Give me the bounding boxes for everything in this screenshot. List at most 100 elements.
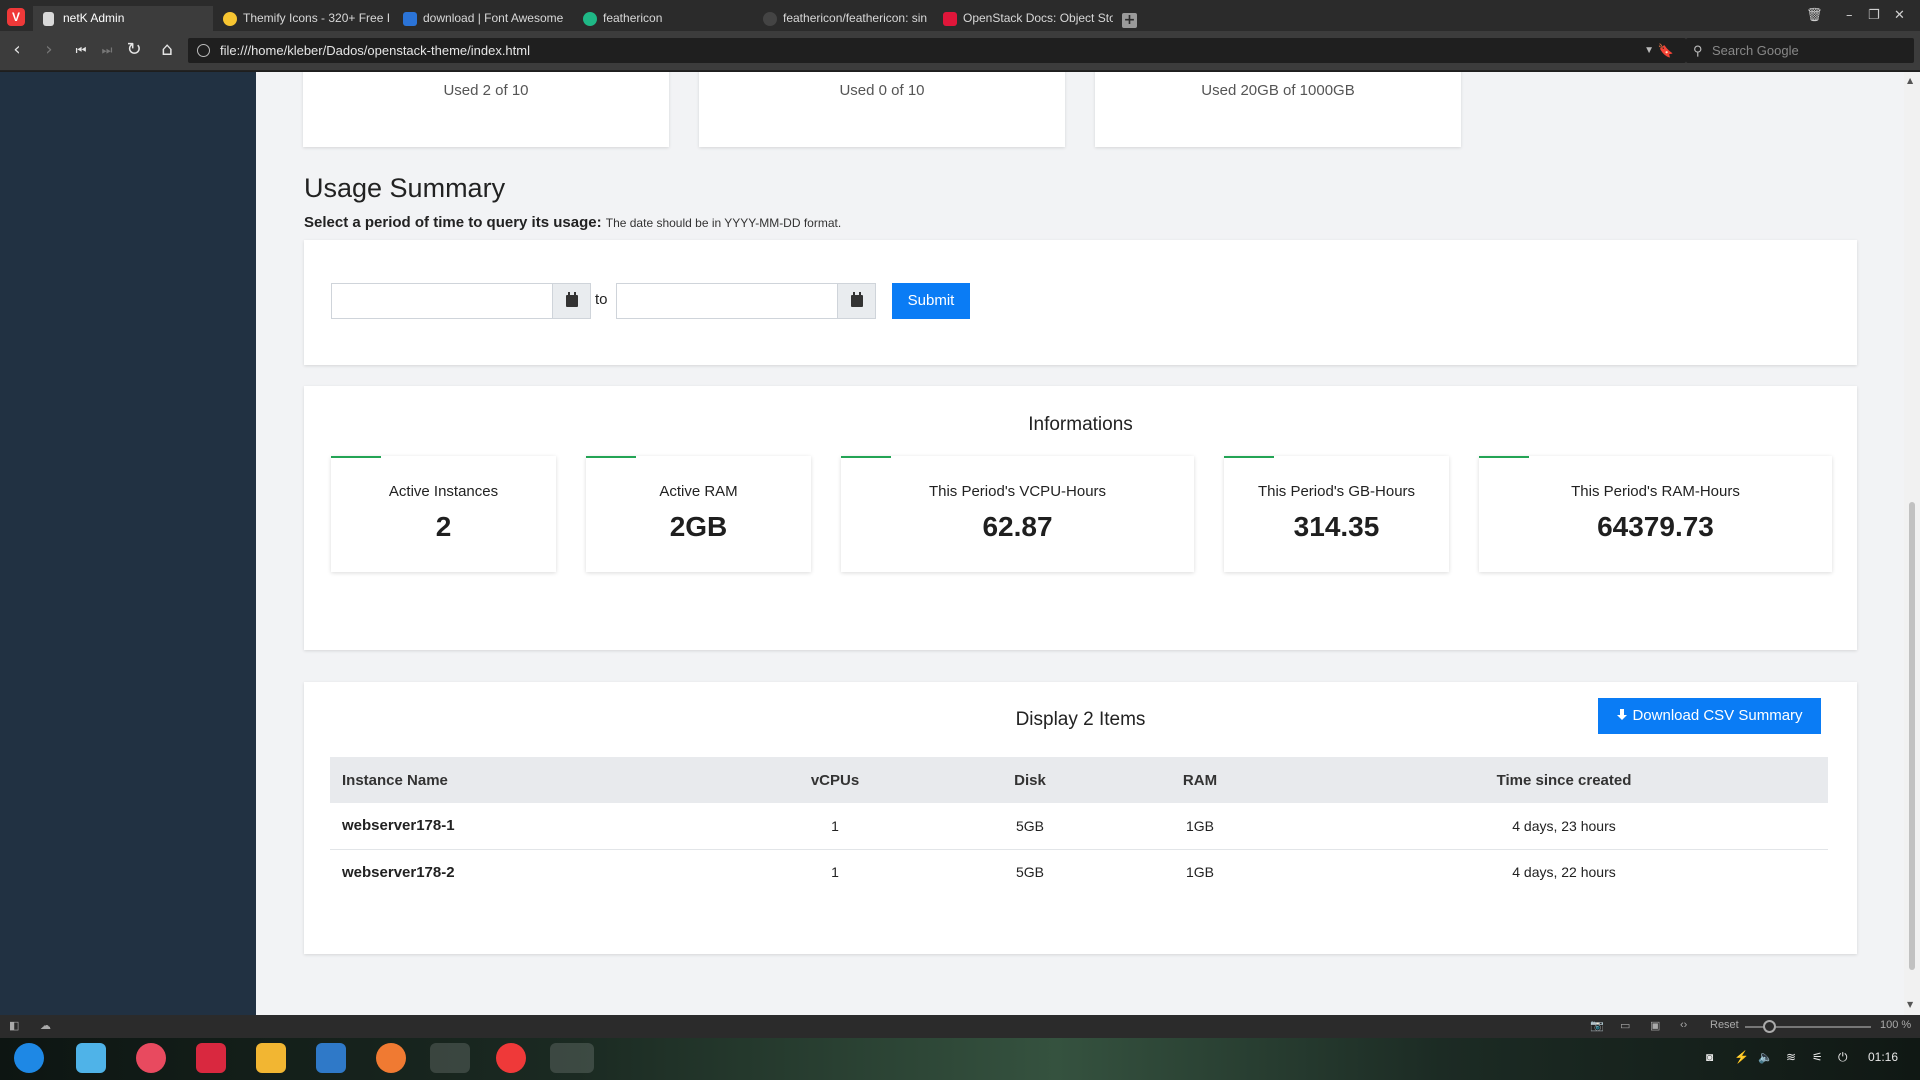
scrollbar-thumb[interactable] (1909, 502, 1915, 970)
zoom-reset-button[interactable]: Reset (1710, 1019, 1739, 1031)
stat-active-instances: Active Instances 2 (331, 456, 556, 572)
tab-themify[interactable]: Themify Icons - 320+ Free I (213, 6, 393, 31)
system-taskbar: ◙ ⚡ 🔈 ≋ ⚟ ⏻ 01:16 (0, 1038, 1920, 1080)
usb-icon[interactable]: ⚡ (1734, 1050, 1749, 1064)
terminal-icon[interactable] (196, 1043, 226, 1073)
app-sidebar (0, 72, 256, 1015)
document-icon (43, 12, 54, 26)
battery-icon[interactable]: ⚟ (1812, 1050, 1823, 1064)
stat-accent (331, 456, 381, 458)
address-toolbar: ‹ › ⏮ ⏭ ↻ ⌂ file:///home/kleber/Dados/op… (0, 31, 1920, 71)
settings-icon[interactable] (136, 1043, 166, 1073)
subtitle-text: Select a period of time to query its usa… (304, 214, 602, 231)
new-tab-button[interactable]: + (1122, 13, 1137, 28)
app-launcher-icon[interactable] (14, 1043, 44, 1073)
search-placeholder: Search Google (1712, 43, 1799, 58)
url-field[interactable]: file:///home/kleber/Dados/openstack-them… (188, 38, 1686, 63)
cloud-sync-icon[interactable]: ☁ (40, 1019, 51, 1032)
quota-text: Used 0 of 10 (839, 82, 925, 99)
quota-card-instances: Used 2 of 10 (303, 72, 669, 147)
file-manager-icon[interactable] (76, 1043, 106, 1073)
date-range-card: to Submit (304, 240, 1857, 365)
usage-summary-subtitle: Select a period of time to query its usa… (304, 214, 841, 231)
disk-cell: 5GB (1015, 864, 1044, 881)
tab-label: netK Admin (63, 11, 125, 25)
back-icon[interactable]: ‹ (6, 39, 28, 61)
end-date-input[interactable] (616, 283, 876, 319)
stat-value: 64379.73 (1597, 511, 1714, 542)
url-dropdown-icon[interactable]: ▼ (1644, 38, 1654, 63)
start-date-input[interactable] (331, 283, 591, 319)
virtualbox-icon[interactable] (256, 1043, 286, 1073)
column-header[interactable]: Time since created (1300, 757, 1828, 803)
forward-icon[interactable]: › (38, 39, 60, 61)
clock[interactable]: 01:16 (1868, 1050, 1898, 1064)
search-field[interactable]: ⚲ Search Google (1686, 38, 1914, 63)
stat-gb-hours: This Period's GB-Hours 314.35 (1224, 456, 1449, 572)
minimize-icon[interactable]: – (1846, 8, 1853, 23)
reload-icon[interactable]: ↻ (123, 39, 145, 61)
download-csv-button[interactable]: Download CSV Summary (1598, 698, 1821, 734)
stat-value: 2 (435, 511, 452, 542)
discord-icon[interactable]: ◙ (1706, 1050, 1713, 1064)
stat-value: 2GB (669, 511, 728, 542)
instance-name-cell: webserver178-2 (342, 863, 455, 881)
bookmark-icon[interactable]: 🔖 (1658, 38, 1674, 63)
time-created-cell: 4 days, 23 hours (1300, 803, 1828, 850)
column-header[interactable]: Disk (960, 757, 1100, 803)
scroll-down-icon[interactable]: ▼ (1907, 1000, 1913, 1009)
trash-icon[interactable]: 🗑 (1806, 8, 1823, 23)
power-icon[interactable]: ⏻ (1838, 1050, 1848, 1065)
tab-openstack-docs[interactable]: OpenStack Docs: Object Sto (933, 6, 1113, 31)
page-scrollbar[interactable]: ▲ ▼ (1904, 72, 1920, 1015)
tab-font-awesome[interactable]: download | Font Awesome (393, 6, 573, 31)
stat-accent (1479, 456, 1529, 458)
zoom-level: 100 % (1880, 1019, 1912, 1031)
zoom-slider-handle[interactable] (1763, 1020, 1776, 1033)
vivaldi-menu-icon[interactable]: V (7, 8, 25, 26)
column-header[interactable]: Instance Name (330, 757, 710, 803)
vivaldi-icon[interactable] (496, 1043, 526, 1073)
stat-label: This Period's VCPU-Hours (928, 483, 1107, 500)
volume-icon[interactable]: 🔈 (1758, 1050, 1773, 1064)
panel-toggle-icon[interactable]: ◧ (9, 1019, 19, 1032)
end-date-calendar-button[interactable] (837, 284, 875, 318)
chrome-icon[interactable] (430, 1043, 470, 1073)
tab-netk-admin[interactable]: netK Admin (33, 6, 213, 31)
quota-text: Used 2 of 10 (443, 82, 529, 99)
disk-cell: 5GB (960, 803, 1100, 850)
screenshot-tool-icon[interactable] (550, 1043, 594, 1073)
column-header[interactable]: vCPUs (710, 757, 960, 803)
screenshot-icon[interactable]: 📷 (1590, 1019, 1604, 1032)
home-icon[interactable]: ⌂ (156, 39, 178, 61)
quota-card-vcpus: Used 0 of 10 (699, 72, 1065, 147)
restore-icon[interactable]: ❐ (1868, 8, 1880, 23)
tab-feathericon[interactable]: feathericon (573, 6, 753, 31)
tile-window-icon[interactable]: ▭ (1620, 1019, 1630, 1032)
stat-value: 62.87 (982, 511, 1053, 542)
quota-text: Used 20GB of 1000GB (1201, 82, 1355, 99)
close-icon[interactable]: ✕ (1894, 8, 1905, 23)
ram-cell: 1GB (1185, 864, 1214, 881)
stat-label: This Period's GB-Hours (1257, 483, 1416, 500)
calendar-icon (851, 292, 863, 307)
stat-accent (841, 456, 891, 458)
image-toggle-icon[interactable]: ▣ (1650, 1019, 1660, 1032)
usage-summary-title: Usage Summary (304, 173, 506, 203)
rewind-icon[interactable]: ⏮ (70, 39, 92, 61)
font-awesome-flag-icon (403, 12, 417, 26)
search-icon: ⚲ (1693, 43, 1703, 58)
postman-icon[interactable] (376, 1043, 406, 1073)
site-info-icon[interactable] (197, 44, 210, 57)
scroll-up-icon[interactable]: ▲ (1907, 76, 1913, 85)
wifi-icon[interactable]: ≋ (1786, 1050, 1796, 1064)
tab-feathericon-github[interactable]: feathericon/feathericon: sin (753, 6, 933, 31)
page-actions-icon[interactable]: ‹› (1680, 1019, 1687, 1031)
fast-forward-icon[interactable]: ⏭ (96, 39, 118, 61)
start-date-calendar-button[interactable] (552, 284, 590, 318)
vscode-icon[interactable] (316, 1043, 346, 1073)
instance-name-cell: webserver178-1 (330, 803, 710, 850)
column-header[interactable]: RAM (1100, 757, 1300, 803)
table-row: webserver178-1 1 5GB 1GB 4 days, 23 hour… (330, 803, 1828, 850)
submit-button[interactable]: Submit (892, 283, 970, 319)
